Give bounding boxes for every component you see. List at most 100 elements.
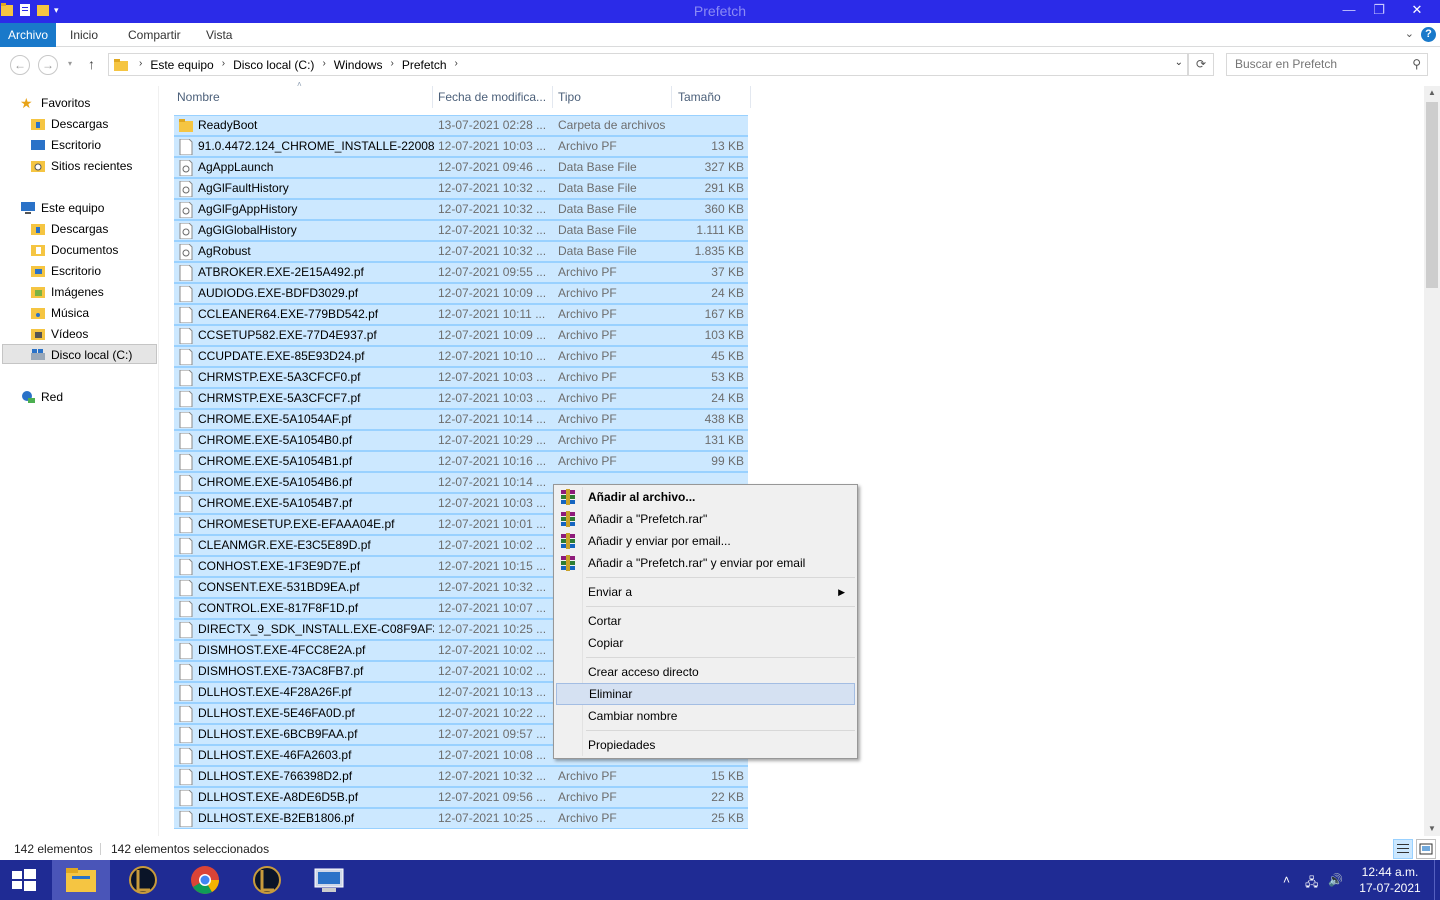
table-row[interactable]: AgGlGlobalHistory 12-07-2021 10:32 ... Dat… (174, 220, 748, 241)
taskbar-league-of-legends[interactable] (114, 860, 172, 900)
table-row[interactable]: 91.0.4472.124_CHROME_INSTALLE-22008... 12… (174, 136, 748, 157)
chevron-right-icon[interactable]: › (390, 58, 393, 72)
table-row[interactable]: CCSETUP582.EXE-77D4E937.pf 12-07-2021 10:… (174, 325, 748, 346)
tab-inicio[interactable]: Inicio (70, 23, 98, 47)
details-view-button[interactable] (1393, 839, 1413, 859)
address-bar[interactable]: › Este equipo › Disco local (C:) › Windo… (108, 53, 1188, 76)
taskbar-file-explorer[interactable] (52, 860, 110, 900)
expand-ribbon-icon[interactable]: ⌄ (1405, 27, 1414, 40)
volume-icon[interactable]: 🔊 (1328, 873, 1343, 887)
table-row[interactable]: AgGlFgAppHistory 12-07-2021 10:32 ... Data… (174, 199, 748, 220)
address-dropdown-icon[interactable]: ⌄ (1175, 57, 1183, 68)
tab-compartir[interactable]: Compartir (128, 23, 181, 47)
sidebar-item-escritorio-pc[interactable]: Escritorio (30, 261, 101, 281)
up-button[interactable]: ↑ (88, 56, 95, 72)
table-row[interactable]: CHRMSTP.EXE-5A3CFCF7.pf 12-07-2021 10:03 … (174, 388, 748, 409)
taskbar-chrome[interactable] (176, 860, 234, 900)
tab-vista[interactable]: Vista (206, 23, 232, 47)
table-row[interactable]: ReadyBoot 13-07-2021 02:28 ... Carpeta de … (174, 115, 748, 136)
search-box[interactable]: ⚲ (1226, 53, 1428, 76)
column-header-name[interactable]: Nombre (177, 86, 220, 108)
sidebar-item-musica[interactable]: Música (30, 303, 89, 323)
show-hidden-icons-icon[interactable]: ˄ (1283, 873, 1290, 887)
table-row[interactable]: CHROME.EXE-5A1054B1.pf 12-07-2021 10:16 .… (174, 451, 748, 472)
table-row[interactable]: AgGlFaultHistory 12-07-2021 10:32 ... Data… (174, 178, 748, 199)
large-icons-view-button[interactable] (1416, 839, 1436, 859)
pane-divider[interactable] (158, 86, 159, 836)
recent-locations-icon[interactable]: ▾ (68, 59, 72, 68)
table-row[interactable]: AgRobust 12-07-2021 10:32 ... Data Base Fi… (174, 241, 748, 262)
breadcrumb-prefetch[interactable]: Prefetch (402, 58, 447, 72)
breadcrumb-disco-local[interactable]: Disco local (C:) (233, 58, 314, 72)
sidebar-item-disco-local[interactable]: Disco local (C:) (2, 344, 157, 364)
maximize-button[interactable]: ❐ (1364, 0, 1394, 22)
menu-item-anadir-y-enviar-email[interactable]: Añadir y enviar por email... (556, 530, 855, 552)
breadcrumb-windows[interactable]: Windows (334, 58, 383, 72)
sidebar-item-videos[interactable]: Vídeos (30, 324, 88, 344)
tab-archivo[interactable]: Archivo (0, 23, 56, 47)
table-row[interactable]: AUDIODG.EXE-BDFD3029.pf 12-07-2021 10:09 … (174, 283, 748, 304)
table-row[interactable]: DLLHOST.EXE-A8DE6D5B.pf 12-07-2021 09:56 … (174, 787, 748, 808)
refresh-button[interactable]: ⟳ (1188, 53, 1214, 76)
search-input[interactable] (1235, 57, 1405, 71)
sidebar-item-sitios-recientes[interactable]: Sitios recientes (30, 156, 132, 176)
menu-item-anadir-al-archivo[interactable]: Añadir al archivo... (556, 486, 855, 508)
menu-item-cortar[interactable]: Cortar (556, 610, 855, 632)
table-row[interactable]: CHROME.EXE-5A1054B0.pf 12-07-2021 10:29 .… (174, 430, 748, 451)
table-row[interactable]: DLLHOST.EXE-766398D2.pf 12-07-2021 10:32 … (174, 766, 748, 787)
file-name: CONSENT.EXE-531BD9EA.pf (198, 580, 360, 594)
sidebar-item-imagenes[interactable]: Imágenes (30, 282, 104, 302)
chevron-right-icon[interactable]: › (455, 58, 458, 72)
clock[interactable]: 12:44 a.m. 17-07-2021 (1358, 864, 1422, 896)
sidebar-item-este-equipo[interactable]: Este equipo (20, 198, 104, 218)
menu-item-eliminar[interactable]: Eliminar (556, 683, 855, 705)
breadcrumb-este-equipo[interactable]: Este equipo (150, 58, 213, 72)
column-separator[interactable] (552, 86, 553, 108)
table-row[interactable]: ATBROKER.EXE-2E15A492.pf 12-07-2021 09:55… (174, 262, 748, 283)
menu-item-propiedades[interactable]: Propiedades (556, 734, 855, 756)
close-button[interactable]: ✕ (1394, 0, 1440, 22)
column-header-type[interactable]: Tipo (558, 86, 581, 108)
column-separator[interactable] (432, 86, 433, 108)
column-separator[interactable] (750, 86, 751, 108)
taskbar-league-client[interactable] (238, 860, 296, 900)
column-header-date[interactable]: Fecha de modifica... (438, 86, 546, 108)
taskbar-computer[interactable] (300, 860, 358, 900)
sidebar-item-descargas-pc[interactable]: Descargas (30, 219, 108, 239)
menu-item-enviar-a[interactable]: Enviar a ▶ (556, 581, 855, 603)
search-icon[interactable]: ⚲ (1412, 57, 1421, 71)
column-header-size[interactable]: Tamaño (678, 86, 721, 108)
menu-item-copiar[interactable]: Copiar (556, 632, 855, 654)
network-tray-icon[interactable]: 🖧 (1305, 873, 1318, 894)
table-row[interactable]: CCLEANER64.EXE-779BD542.pf 12-07-2021 10:… (174, 304, 748, 325)
help-button[interactable]: ? (1421, 27, 1436, 42)
sidebar-item-red[interactable]: Red (20, 387, 63, 407)
sidebar-item-documentos[interactable]: Documentos (30, 240, 118, 260)
menu-item-anadir-a-prefetch-rar[interactable]: Añadir a "Prefetch.rar" (556, 508, 855, 530)
table-row[interactable]: CCUPDATE.EXE-85E93D24.pf 12-07-2021 10:10… (174, 346, 748, 367)
sidebar-item-favoritos[interactable]: ★ Favoritos (20, 93, 90, 113)
sidebar-item-descargas[interactable]: Descargas (30, 114, 108, 134)
chevron-right-icon[interactable]: › (139, 58, 142, 72)
menu-item-crear-acceso-directo[interactable]: Crear acceso directo (556, 661, 855, 683)
table-row[interactable]: AgAppLaunch 12-07-2021 09:46 ... Data Base… (174, 157, 748, 178)
menu-item-anadir-rar-enviar-email[interactable]: Añadir a "Prefetch.rar" y enviar por ema… (556, 552, 855, 574)
scroll-up-icon[interactable]: ▲ (1424, 86, 1440, 100)
chevron-right-icon[interactable]: › (222, 58, 225, 72)
menu-item-cambiar-nombre[interactable]: Cambiar nombre (556, 705, 855, 727)
forward-button[interactable]: → (38, 55, 58, 75)
minimize-button[interactable]: — (1334, 0, 1364, 22)
scroll-down-icon[interactable]: ▼ (1424, 822, 1440, 836)
vertical-scrollbar[interactable]: ▲ ▼ (1424, 86, 1440, 836)
start-button[interactable] (0, 860, 48, 900)
sidebar-item-escritorio[interactable]: Escritorio (30, 135, 101, 155)
column-separator[interactable] (671, 86, 672, 108)
table-row[interactable]: DLLHOST.EXE-B2EB1806.pf 12-07-2021 10:25 … (174, 808, 748, 829)
chevron-right-icon[interactable]: › (322, 58, 325, 72)
menu-separator (586, 657, 855, 658)
scrollbar-thumb[interactable] (1426, 102, 1438, 288)
table-row[interactable]: CHRMSTP.EXE-5A3CFCF0.pf 12-07-2021 10:03 … (174, 367, 748, 388)
back-button[interactable]: ← (10, 55, 30, 75)
show-desktop-button[interactable] (1434, 860, 1440, 900)
table-row[interactable]: CHROME.EXE-5A1054AF.pf 12-07-2021 10:14 .… (174, 409, 748, 430)
